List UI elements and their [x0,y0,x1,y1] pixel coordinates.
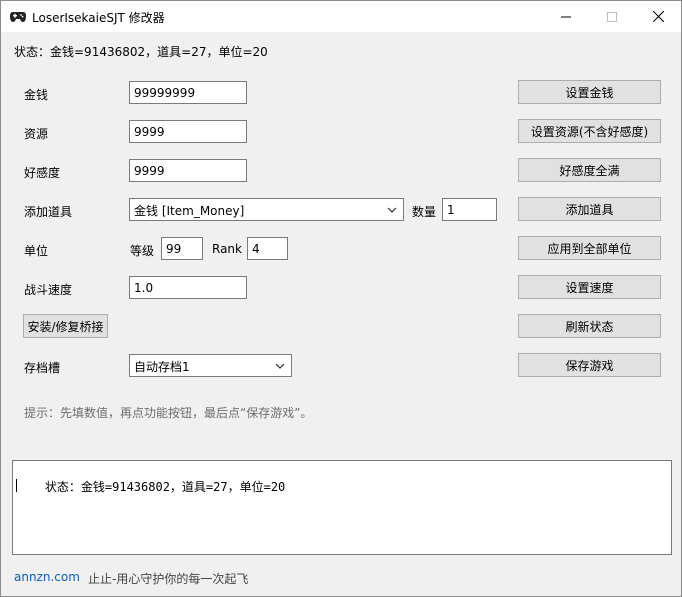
hint-text: 提示：先填数值，再点功能按钮，最后点“保存游戏”。 [24,406,313,420]
resource-input[interactable] [129,120,247,143]
set-resource-button[interactable]: 设置资源(不含好感度) [518,119,661,143]
add-item-button[interactable]: 添加道具 [518,197,661,221]
status-text: 状态：金钱=91436802，道具=27，单位=20 [14,45,268,59]
item-select-value: 金钱 [Item_Money] [134,204,245,218]
refresh-status-button[interactable]: 刷新状态 [518,314,661,338]
affinity-label: 好感度 [24,166,61,180]
title-bar: LoserIsekaieSJT 修改器 [1,1,681,32]
apply-all-units-button[interactable]: 应用到全部单位 [518,236,661,260]
log-line: 状态：金钱=91436802，道具=27，单位=20 [44,480,286,494]
quantity-input[interactable] [442,198,497,221]
quantity-label: 数量 [412,205,437,219]
save-slot-value: 自动存档1 [134,360,190,374]
text-caret [16,479,17,492]
close-icon [652,11,664,22]
item-select[interactable]: 金钱 [Item_Money] [129,198,404,221]
minimize-button[interactable] [543,1,589,32]
chevron-down-icon [275,363,285,369]
max-affinity-button[interactable]: 好感度全满 [518,158,661,182]
maximize-button[interactable] [589,1,635,32]
log-textarea[interactable]: 状态：金钱=91436802，道具=27，单位=20 [12,460,672,555]
level-label: 等级 [130,244,155,258]
set-money-button[interactable]: 设置金钱 [518,80,661,104]
resource-label: 资源 [24,127,49,141]
add-item-label: 添加道具 [24,205,73,219]
money-label: 金钱 [24,88,49,102]
minimize-icon [561,16,571,17]
app-window: LoserIsekaieSJT 修改器 状态：金钱=91436802，道具=27… [0,0,682,597]
rank-input[interactable] [247,237,288,260]
level-input[interactable] [161,237,203,260]
footer-link[interactable]: annzn.com [14,570,80,584]
footer-slogan: 止止-用心守护你的每一次起飞 [88,572,249,586]
install-bridge-button[interactable]: 安装/修复桥接 [23,314,108,338]
battle-speed-input[interactable] [129,276,247,299]
save-slot-label: 存档槽 [24,361,61,375]
window-title: LoserIsekaieSJT 修改器 [32,11,165,25]
battle-speed-label: 战斗速度 [24,283,73,297]
gamepad-icon [10,12,26,22]
save-game-button[interactable]: 保存游戏 [518,353,661,377]
rank-label: Rank [212,242,242,256]
money-input[interactable] [129,81,247,104]
close-button[interactable] [635,1,681,32]
unit-label: 单位 [24,244,49,258]
save-slot-select[interactable]: 自动存档1 [129,354,292,377]
maximize-icon [607,11,617,22]
affinity-input[interactable] [129,159,247,182]
set-speed-button[interactable]: 设置速度 [518,275,661,299]
chevron-down-icon [387,207,397,213]
